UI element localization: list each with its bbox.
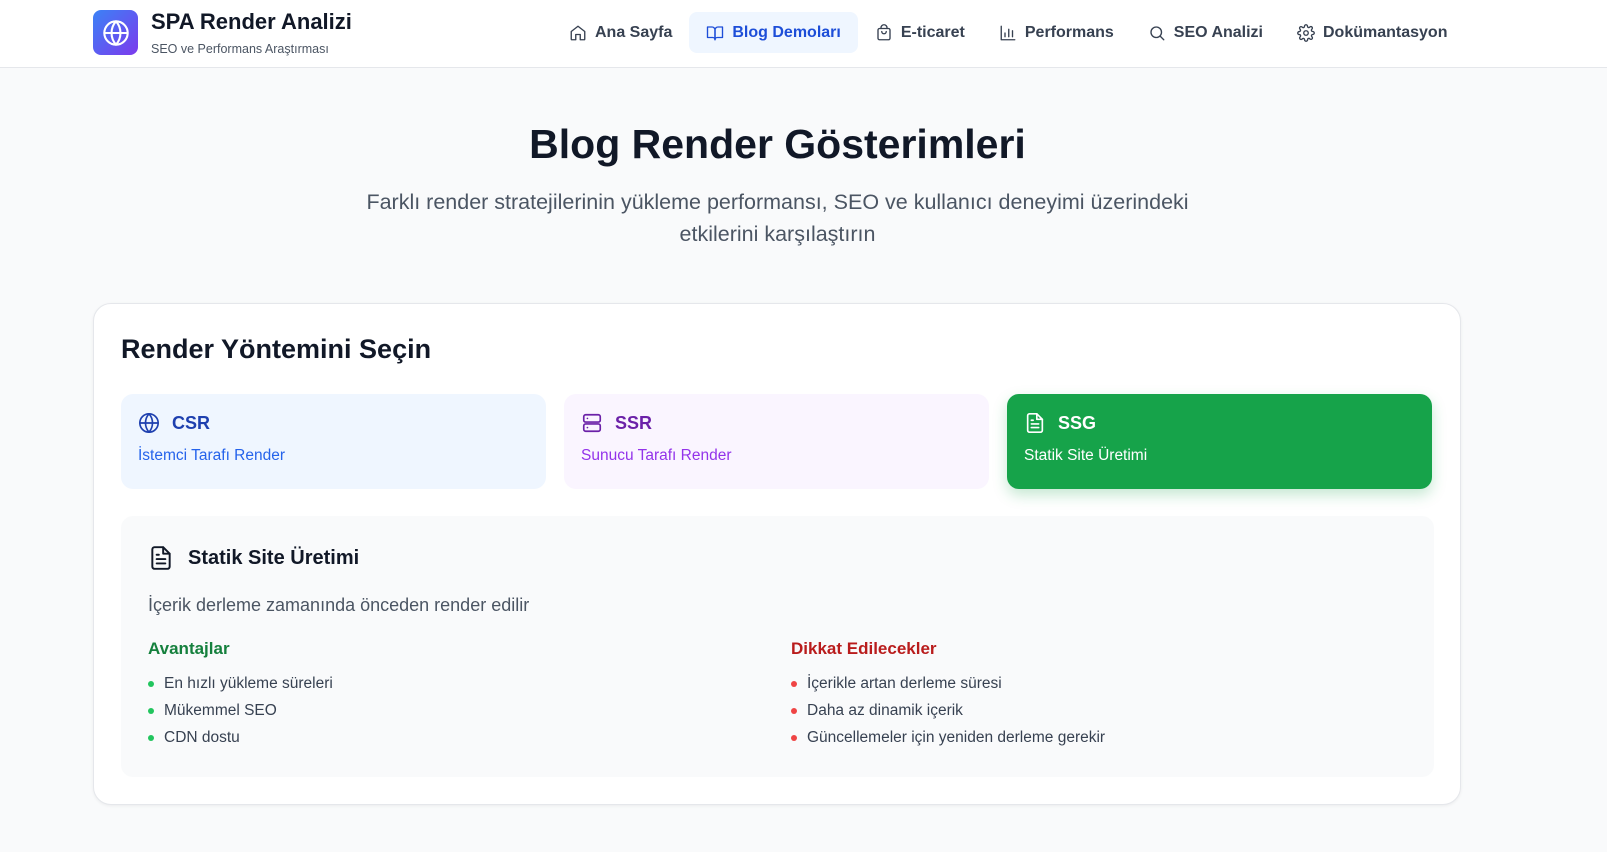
method-description: Sunucu Tarafı Render [581,447,732,464]
method-header: SSG [1024,412,1415,434]
cons-list: İçerikle artan derleme süresi Daha az di… [791,670,1105,751]
method-ssg-button[interactable]: SSG Statik Site Üretimi [1007,394,1432,489]
page-title: Blog Render Gösterimleri [529,121,1026,167]
method-description: Statik Site Üretimi [1024,447,1148,464]
pros-column: Avantajlar En hızlı yükleme süreleri Mük… [148,639,333,751]
list-item-text: Daha az dinamik içerik [807,701,963,719]
section-title: Render Yöntemini Seçin [121,334,432,364]
bullet-dot [791,734,797,741]
brand-title[interactable]: SPA Render Analizi [151,9,352,35]
list-item-text: İçerikle artan derleme süresi [807,674,1002,692]
list-item: Güncellemeler için yeniden derleme gerek… [791,724,1105,751]
bullet-dot [791,707,797,714]
bar-chart-icon [1000,25,1016,40]
gear-icon [1297,23,1315,42]
brand-logo[interactable] [93,10,138,55]
method-header: CSR [138,412,529,434]
bullet-dot [148,734,154,741]
list-item: Mükemmel SEO [148,697,333,724]
nav-label: Ana Sayfa [595,23,673,41]
method-detail-panel: Statik Site Üretimi İçerik derleme zaman… [121,516,1434,777]
list-item: En hızlı yükleme süreleri [148,670,333,697]
list-item-text: En hızlı yükleme süreleri [164,674,333,692]
pros-list: En hızlı yükleme süreleri Mükemmel SEO C… [148,670,333,751]
nav-documentation[interactable]: Dokümantasyon [1280,12,1464,53]
method-label: SSR [615,412,653,433]
nav-blog-demos[interactable]: Blog Demoları [689,12,858,53]
home-icon [570,25,586,40]
nav-label: E-ticaret [900,23,965,41]
globe-icon [102,19,129,46]
method-ssr-button[interactable]: SSR Sunucu Tarafı Render [564,394,989,489]
file-text-icon [1026,413,1044,433]
bullet-dot [148,680,154,687]
list-item: Daha az dinamik içerik [791,697,1105,724]
cons-column: Dikkat Edilecekler İçerikle artan derlem… [791,639,1105,751]
detail-description: İçerik derleme zamanında önceden render … [148,595,530,615]
page-subtitle: Farklı render stratejilerinin yükleme pe… [366,190,1189,246]
method-header: SSR [581,412,972,434]
nav-label: Blog Demoları [732,23,841,41]
nav-ecommerce[interactable]: E-ticaret [858,12,982,53]
detail-title: Statik Site Üretimi [188,546,360,569]
list-item-text: Mükemmel SEO [164,701,277,719]
list-item-text: Güncellemeler için yeniden derleme gerek… [807,728,1106,746]
cons-title: Dikkat Edilecekler [791,639,937,658]
method-description: İstemci Tarafı Render [138,447,286,464]
server-icon [582,413,602,433]
nav-label: Dokümantasyon [1323,23,1448,41]
pros-title: Avantajlar [148,639,230,658]
render-method-card: Render Yöntemini Seçin CSR İstemci Taraf… [93,303,1461,805]
file-text-icon [151,546,171,570]
brand-subtitle: SEO ve Performans Araştırması [151,42,329,56]
list-item-text: CDN dostu [164,728,240,746]
detail-header: Statik Site Üretimi [148,545,359,571]
list-item: İçerikle artan derleme süresi [791,670,1105,697]
shopping-bag-icon [877,23,891,40]
nav-seo-analysis[interactable]: SEO Analizi [1131,12,1280,53]
method-label: CSR [172,412,211,433]
list-item: CDN dostu [148,724,333,751]
method-label: SSG [1058,412,1097,433]
nav-performance[interactable]: Performans [982,12,1131,53]
bullet-dot [791,680,797,687]
nav-label: SEO Analizi [1173,23,1263,41]
method-csr-button[interactable]: CSR İstemci Tarafı Render [121,394,546,489]
nav-home[interactable]: Ana Sayfa [552,12,689,53]
search-icon [1150,25,1165,40]
nav-label: Performans [1024,23,1114,41]
top-header: SPA Render Analizi SEO ve Performans Ara… [0,0,1607,68]
main-nav: Ana Sayfa Blog Demoları E-ticaret Perfor… [552,12,1464,53]
globe-icon [139,413,159,433]
bullet-dot [148,707,154,714]
book-icon [707,25,724,40]
